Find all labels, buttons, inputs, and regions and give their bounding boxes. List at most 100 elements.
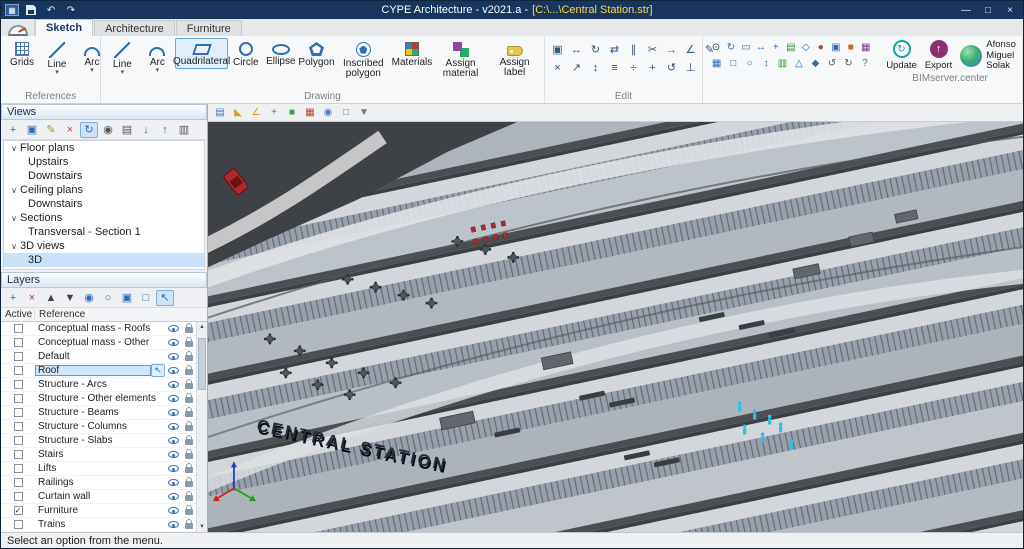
chevron-down-icon[interactable]: ∨: [8, 144, 20, 153]
layer-visibility-icon[interactable]: [166, 325, 181, 332]
tab-architecture[interactable]: Architecture: [94, 20, 175, 36]
quick-search-icon[interactable]: ⊙: [709, 40, 722, 54]
minimize-button[interactable]: —: [955, 3, 977, 17]
layer-active-checkbox[interactable]: [13, 422, 23, 431]
layers-scrollbar[interactable]: ▲ ▼: [196, 322, 207, 532]
views-import-view-icon[interactable]: ↓: [137, 122, 155, 138]
edit-tool-stretch-icon[interactable]: ↕: [587, 59, 605, 76]
view-item-downstairs[interactable]: Downstairs: [4, 197, 204, 211]
view-item-3d-views[interactable]: ∨ 3D views: [4, 239, 204, 253]
scroll-down-icon[interactable]: ▼: [197, 522, 207, 532]
quick-iso-view-icon[interactable]: ◇: [799, 40, 812, 54]
quick-palette-icon[interactable]: ▦: [859, 40, 872, 54]
layer-visibility-icon[interactable]: [166, 493, 181, 500]
chevron-down-icon[interactable]: ∨: [8, 214, 20, 223]
quick-solid-view-icon[interactable]: ◆: [808, 56, 822, 70]
layer-lock-icon[interactable]: [181, 435, 196, 445]
layer-row-furniture[interactable]: ✓ Furniture: [1, 504, 196, 518]
viewport-edges-icon[interactable]: ▦: [302, 105, 318, 120]
edit-tool-rotate-icon[interactable]: ↻: [587, 41, 605, 58]
quick-previous-view-icon[interactable]: ↺: [825, 56, 839, 70]
ribbon-button-circle[interactable]: Circle: [229, 38, 263, 70]
view-item-transversal-section-1[interactable]: Transversal - Section 1: [4, 225, 204, 239]
ribbon-button-ellipse[interactable]: Ellipse: [264, 38, 298, 69]
layers-select-elements-icon[interactable]: ↖: [156, 289, 174, 306]
layer-active-checkbox[interactable]: [13, 450, 23, 459]
layer-visibility-icon[interactable]: [166, 381, 181, 388]
maximize-button[interactable]: □: [977, 3, 999, 17]
layers-move-up-icon[interactable]: ▲: [42, 290, 60, 306]
quick-redraw-icon[interactable]: ↻: [724, 40, 737, 54]
layers-delete-layer-icon[interactable]: ×: [23, 290, 41, 306]
views-export-view-icon[interactable]: ↑: [156, 122, 174, 138]
quick-section-view-icon[interactable]: △: [792, 56, 806, 70]
export-button[interactable]: ↑ Export: [925, 40, 952, 71]
layer-visibility-icon[interactable]: [166, 479, 181, 486]
layers-hide-all-icon[interactable]: ○: [99, 290, 117, 306]
quick-front-view-icon[interactable]: ▤: [784, 40, 797, 54]
layer-row-roof[interactable]: Roof ↖: [1, 364, 196, 378]
edit-tool-fillet-icon[interactable]: ∠: [682, 41, 700, 58]
close-button[interactable]: ×: [999, 3, 1021, 17]
layer-row-conceptual-mass-other[interactable]: Conceptual mass - Other: [1, 336, 196, 350]
edit-tool-divide-icon[interactable]: ÷: [625, 59, 643, 76]
quick-grid-toggle-icon[interactable]: ▦: [709, 56, 723, 70]
view-item-floor-plans[interactable]: ∨ Floor plans: [4, 141, 204, 155]
user-account[interactable]: Afonso Miguel Solak: [960, 39, 1024, 72]
layer-row-structure-slabs[interactable]: Structure - Slabs: [1, 434, 196, 448]
layer-row-structure-columns[interactable]: Structure - Columns: [1, 420, 196, 434]
views-camera-icon[interactable]: ◉: [99, 122, 117, 138]
select-cursor-icon[interactable]: ↖: [151, 364, 165, 377]
view-item-upstairs[interactable]: Upstairs: [4, 155, 204, 169]
layer-visibility-icon[interactable]: [166, 451, 181, 458]
layer-lock-icon[interactable]: [181, 505, 196, 515]
layer-lock-icon[interactable]: [181, 491, 196, 501]
layer-visibility-icon[interactable]: [166, 353, 181, 360]
layer-lock-icon[interactable]: [181, 421, 196, 431]
ribbon-button-inscribed-polygon[interactable]: Inscribed polygon: [335, 38, 391, 81]
layer-lock-icon[interactable]: [181, 323, 196, 333]
viewport-axes-icon[interactable]: +: [266, 105, 282, 120]
layers-lock-all-icon[interactable]: ▣: [118, 290, 136, 306]
layer-lock-icon[interactable]: [181, 449, 196, 459]
app-menu-icon[interactable]: ▦: [5, 4, 19, 16]
ribbon-button-arc[interactable]: Arc ▾: [140, 38, 174, 76]
quick-layer-visibility-icon[interactable]: ▣: [829, 40, 842, 54]
ribbon-button-grids[interactable]: Grids: [5, 38, 39, 70]
edit-tool-symmetry-icon[interactable]: ⇄: [606, 41, 624, 58]
layer-active-checkbox[interactable]: [13, 380, 23, 389]
edit-tool-join-icon[interactable]: +: [644, 59, 662, 76]
layer-active-checkbox[interactable]: [13, 436, 23, 445]
layers-show-all-icon[interactable]: ◉: [80, 290, 98, 306]
views-add-view-icon[interactable]: +: [4, 122, 22, 138]
undo-button[interactable]: ↶: [43, 3, 59, 17]
layer-lock-icon[interactable]: [181, 393, 196, 403]
quick-snap-icon[interactable]: ○: [742, 56, 756, 70]
edit-tool-scale-icon[interactable]: ↗: [568, 59, 586, 76]
layer-active-checkbox[interactable]: [13, 352, 23, 361]
layer-row-default[interactable]: Default: [1, 350, 196, 364]
views-delete-view-icon[interactable]: ×: [61, 122, 79, 138]
update-button[interactable]: ↻ Update: [886, 40, 917, 71]
views-update-view-icon[interactable]: ↻: [80, 121, 98, 138]
layers-add-layer-icon[interactable]: +: [4, 290, 22, 306]
views-edit-view-icon[interactable]: ✎: [42, 122, 60, 138]
quick-next-view-icon[interactable]: ↻: [841, 56, 855, 70]
ribbon-button-materials[interactable]: Materials: [392, 38, 432, 70]
app-logo[interactable]: [1, 19, 35, 36]
quick-ortho-icon[interactable]: □: [726, 56, 740, 70]
view-item-downstairs[interactable]: Downstairs: [4, 169, 204, 183]
layer-row-structure-arcs[interactable]: Structure - Arcs: [1, 378, 196, 392]
layer-lock-icon[interactable]: [181, 365, 196, 375]
tab-sketch[interactable]: Sketch: [35, 19, 94, 36]
layer-lock-icon[interactable]: [181, 463, 196, 473]
ribbon-button-line[interactable]: Line ▾: [105, 38, 139, 78]
views-print-view-icon[interactable]: ▥: [175, 122, 193, 138]
viewport-background-icon[interactable]: □: [338, 105, 354, 120]
layer-row-conceptual-mass-roofs[interactable]: Conceptual mass - Roofs: [1, 322, 196, 336]
layer-row-trains[interactable]: Trains: [1, 518, 196, 532]
edit-tool-extend-icon[interactable]: →: [663, 41, 681, 58]
layers-move-down-icon[interactable]: ▼: [61, 290, 79, 306]
edit-tool-offset-icon[interactable]: ∥: [625, 41, 643, 58]
edit-tool-align-icon[interactable]: ≡: [606, 59, 624, 76]
